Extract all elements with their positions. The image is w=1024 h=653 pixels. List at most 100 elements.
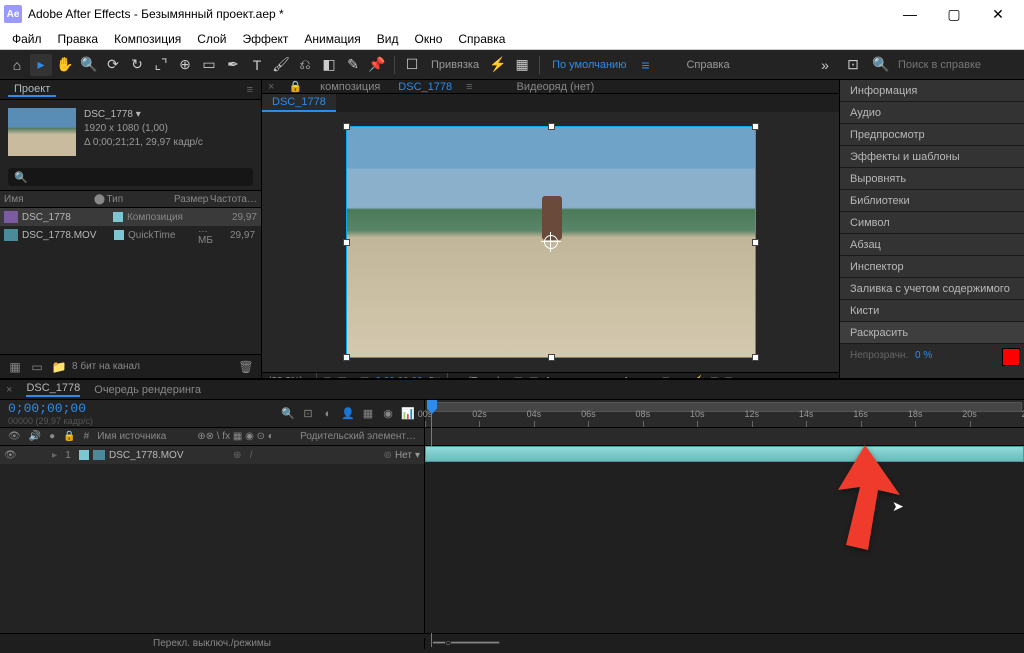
panel-preview[interactable]: Предпросмотр — [840, 124, 1024, 146]
current-timecode[interactable]: 0;00;00;00 — [8, 401, 93, 416]
transform-handle[interactable] — [343, 123, 350, 130]
col-rate[interactable]: Частота… — [210, 194, 257, 205]
panel-tracker[interactable]: Инспектор — [840, 256, 1024, 278]
menu-layer[interactable]: Слой — [189, 32, 234, 46]
roto-tool-icon[interactable]: ✎ — [342, 54, 364, 76]
toggle-switches-button[interactable]: Перекл. выключ./режимы — [0, 638, 425, 649]
new-comp-icon[interactable]: ▭ — [28, 358, 46, 376]
col-parent[interactable]: Родительский элемент… — [296, 431, 420, 442]
layer-label-swatch[interactable] — [79, 450, 89, 460]
snap-label[interactable]: Привязка — [425, 59, 485, 71]
audio-column-icon[interactable]: 🔊 — [25, 431, 45, 442]
workspace-label[interactable]: По умолчанию — [546, 59, 632, 71]
paint-color-swatch[interactable] — [1002, 348, 1020, 366]
frame-blend-icon[interactable]: ▦ — [360, 406, 376, 422]
window-close-button[interactable]: ✕ — [976, 0, 1020, 28]
layer-visibility-icon[interactable]: 👁 — [4, 450, 18, 461]
panel-menu-icon[interactable]: » — [814, 54, 836, 76]
layer-parent-dropdown[interactable]: Нет ▾ — [384, 450, 420, 461]
timeline-tab-render[interactable]: Очередь рендеринга — [94, 384, 201, 396]
menu-window[interactable]: Окно — [406, 32, 450, 46]
search-icon[interactable]: 🔍 — [280, 406, 296, 422]
graph-editor-icon[interactable]: 📊 — [400, 406, 416, 422]
menu-effect[interactable]: Эффект — [234, 32, 296, 46]
snap-opts-icon[interactable]: ⚡ — [487, 54, 509, 76]
timeline-zoom-slider[interactable]: ━━○━━━━━━━━ — [433, 638, 499, 649]
label-swatch[interactable] — [114, 230, 124, 240]
project-search-input[interactable]: 🔍 — [8, 168, 253, 186]
transform-handle[interactable] — [343, 354, 350, 361]
project-row[interactable]: DSC_1778.MOV QuickTime … МБ 29,97 — [0, 226, 261, 244]
asset-name[interactable]: DSC_1778 ▾ — [84, 108, 203, 122]
viewport[interactable] — [262, 112, 839, 372]
window-minimize-button[interactable]: — — [888, 0, 932, 28]
project-row[interactable]: DSC_1778 Композиция 29,97 — [0, 208, 261, 226]
eraser-tool-icon[interactable]: ◧ — [318, 54, 340, 76]
zoom-tool-icon[interactable]: 🔍 — [78, 54, 100, 76]
transform-handle[interactable] — [343, 239, 350, 246]
project-panel-tab[interactable]: Проект — [8, 83, 56, 97]
col-source-name[interactable]: Имя источника — [93, 431, 193, 442]
panel-content-aware[interactable]: Заливка с учетом содержимого — [840, 278, 1024, 300]
paint-opacity-value[interactable]: 0 % — [915, 350, 932, 361]
puppet-tool-icon[interactable]: 📌 — [366, 54, 388, 76]
eye-column-icon[interactable]: 👁 — [4, 431, 25, 442]
panel-paragraph[interactable]: Абзац — [840, 234, 1024, 256]
comp-subtab[interactable]: DSC_1778 — [262, 94, 336, 112]
panel-effects[interactable]: Эффекты и шаблоны — [840, 146, 1024, 168]
menu-composition[interactable]: Композиция — [106, 32, 189, 46]
layer-name[interactable]: DSC_1778.MOV — [109, 450, 229, 461]
transform-handle[interactable] — [752, 239, 759, 246]
selection-tool-icon[interactable]: ▸ — [30, 54, 52, 76]
draft3d-icon[interactable]: ◐ — [320, 406, 336, 422]
anchor-point-icon[interactable] — [544, 235, 558, 249]
panel-character[interactable]: Символ — [840, 212, 1024, 234]
panel-info[interactable]: Информация — [840, 80, 1024, 102]
panel-libraries[interactable]: Библиотеки — [840, 190, 1024, 212]
delete-icon[interactable]: 🗑 — [237, 358, 255, 376]
comp-tab[interactable]: DSC_1778 — [394, 81, 456, 93]
orbit-tool-icon[interactable]: ⟳ — [102, 54, 124, 76]
menu-edit[interactable]: Правка — [50, 32, 107, 46]
layer-row[interactable]: 👁 ▸ 1 DSC_1778.MOV ⊕ / Нет ▾ — [0, 446, 424, 464]
workspace-menu-icon[interactable]: ≡ — [634, 54, 656, 76]
time-ruler[interactable]: 00s02s04s06s08s10s12s14s16s18s20s2 — [425, 400, 1024, 427]
menu-animation[interactable]: Анимация — [296, 32, 368, 46]
search-input[interactable] — [898, 59, 1018, 71]
layer-bounding-box[interactable] — [346, 126, 756, 358]
label-swatch[interactable] — [113, 212, 123, 222]
bpc-toggle[interactable]: 8 бит на канал — [72, 361, 140, 372]
panel-audio[interactable]: Аудио — [840, 102, 1024, 124]
window-maximize-button[interactable]: ▢ — [932, 0, 976, 28]
shape-tool-icon[interactable]: ▭ — [198, 54, 220, 76]
interpret-icon[interactable]: ▦ — [6, 358, 24, 376]
shy-icon[interactable]: 👤 — [340, 406, 356, 422]
camera-tool-icon[interactable]: ⌞⌝ — [150, 54, 172, 76]
panel-align[interactable]: Выровнять — [840, 168, 1024, 190]
home-icon[interactable]: ⌂ — [6, 54, 28, 76]
footage-tab[interactable]: Видеоряд (нет) — [513, 81, 599, 93]
new-folder-icon[interactable]: 📁 — [50, 358, 68, 376]
snap-grid-icon[interactable]: ▦ — [511, 54, 533, 76]
menu-view[interactable]: Вид — [369, 32, 407, 46]
transform-handle[interactable] — [548, 354, 555, 361]
hand-tool-icon[interactable]: ✋ — [54, 54, 76, 76]
comp-mini-flowchart-icon[interactable]: ⊡ — [300, 406, 316, 422]
transform-handle[interactable] — [752, 354, 759, 361]
panel-brushes[interactable]: Кисти — [840, 300, 1024, 322]
pen-tool-icon[interactable]: ✒ — [222, 54, 244, 76]
anchor-tool-icon[interactable]: ⊕ — [174, 54, 196, 76]
panel-paint[interactable]: Раскрасить — [840, 322, 1024, 344]
type-tool-icon[interactable]: T — [246, 54, 268, 76]
transform-handle[interactable] — [548, 123, 555, 130]
layer-switches[interactable]: ⊕ / — [233, 450, 269, 461]
col-type[interactable]: Тип — [107, 194, 174, 205]
timeline-tab-comp[interactable]: DSC_1778 — [26, 382, 80, 397]
transform-handle[interactable] — [752, 123, 759, 130]
snap-toggle-icon[interactable]: ☐ — [401, 54, 423, 76]
motion-blur-icon[interactable]: ◉ — [380, 406, 396, 422]
layer-duration-bar[interactable] — [425, 446, 1024, 462]
search-scope-icon[interactable]: ⊡ — [842, 54, 864, 76]
panel-menu-icon[interactable]: ≡ — [247, 84, 253, 96]
menu-file[interactable]: Файл — [4, 32, 50, 46]
